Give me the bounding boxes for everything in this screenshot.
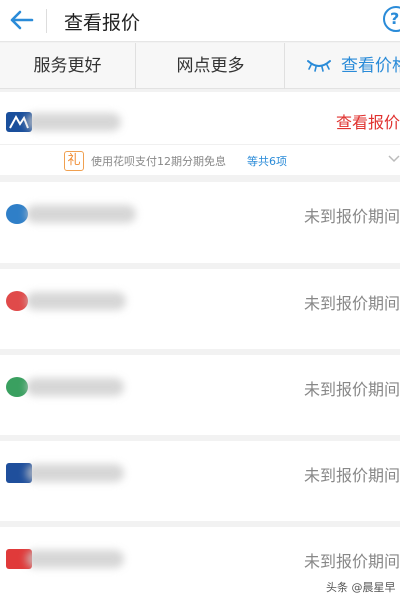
top-bar: 查看报价 ? [0, 0, 400, 42]
promo-row[interactable]: 礼 使用花呗支付12期分期免息 等共6项 [0, 144, 400, 174]
chevron-down-icon[interactable] [388, 155, 400, 163]
insurer-card-2[interactable]: 未到报价期间 [0, 182, 400, 263]
back-arrow-icon[interactable] [8, 6, 36, 34]
insurer-logo [6, 377, 28, 397]
insurer-name-blurred [26, 292, 126, 310]
status-not-quoting: 未到报价期间 [303, 294, 400, 313]
status-not-quoting: 未到报价期间 [303, 380, 400, 399]
tab-better-service[interactable]: 服务更好 [0, 43, 136, 89]
insurer-logo [6, 291, 28, 311]
status-not-quoting: 未到报价期间 [303, 207, 400, 226]
view-quote-link[interactable]: 查看报价 [336, 109, 400, 133]
promo-text: 使用花呗支付12期分期免息 [91, 155, 226, 168]
insurer-card-3[interactable]: 未到报价期间 [0, 269, 400, 349]
insurer-card-5[interactable]: 未到报价期间 [0, 441, 400, 521]
page-title: 查看报价 [64, 12, 141, 34]
insurer-card-1[interactable]: 查看报价 礼 使用花呗支付12期分期免息 等共6项 [0, 92, 400, 175]
insurer-name-blurred [26, 550, 124, 568]
insurer-logo [6, 204, 28, 224]
watermark: 头条 @晨星早 [326, 581, 396, 594]
insurer-name-blurred [26, 378, 124, 396]
insurer-name-blurred [26, 113, 121, 131]
insurer-name-blurred [26, 205, 136, 223]
tab-view-price[interactable]: 查看价格 [286, 43, 400, 89]
eye-closed-icon [307, 60, 331, 72]
status-not-quoting: 未到报价期间 [303, 466, 400, 485]
header-divider [46, 9, 47, 33]
help-icon[interactable]: ? [383, 6, 400, 32]
status-not-quoting: 未到报价期间 [303, 552, 400, 571]
insurer-card-4[interactable]: 未到报价期间 [0, 355, 400, 435]
sort-tabs: 服务更好 网点更多 查看价格 [0, 43, 400, 89]
gift-icon: 礼 [64, 151, 84, 171]
promo-more-link[interactable]: 等共6项 [247, 153, 287, 169]
tab-more-outlets[interactable]: 网点更多 [137, 43, 285, 89]
insurer-name-blurred [26, 464, 124, 482]
tab-view-price-label: 查看价格 [341, 56, 400, 76]
